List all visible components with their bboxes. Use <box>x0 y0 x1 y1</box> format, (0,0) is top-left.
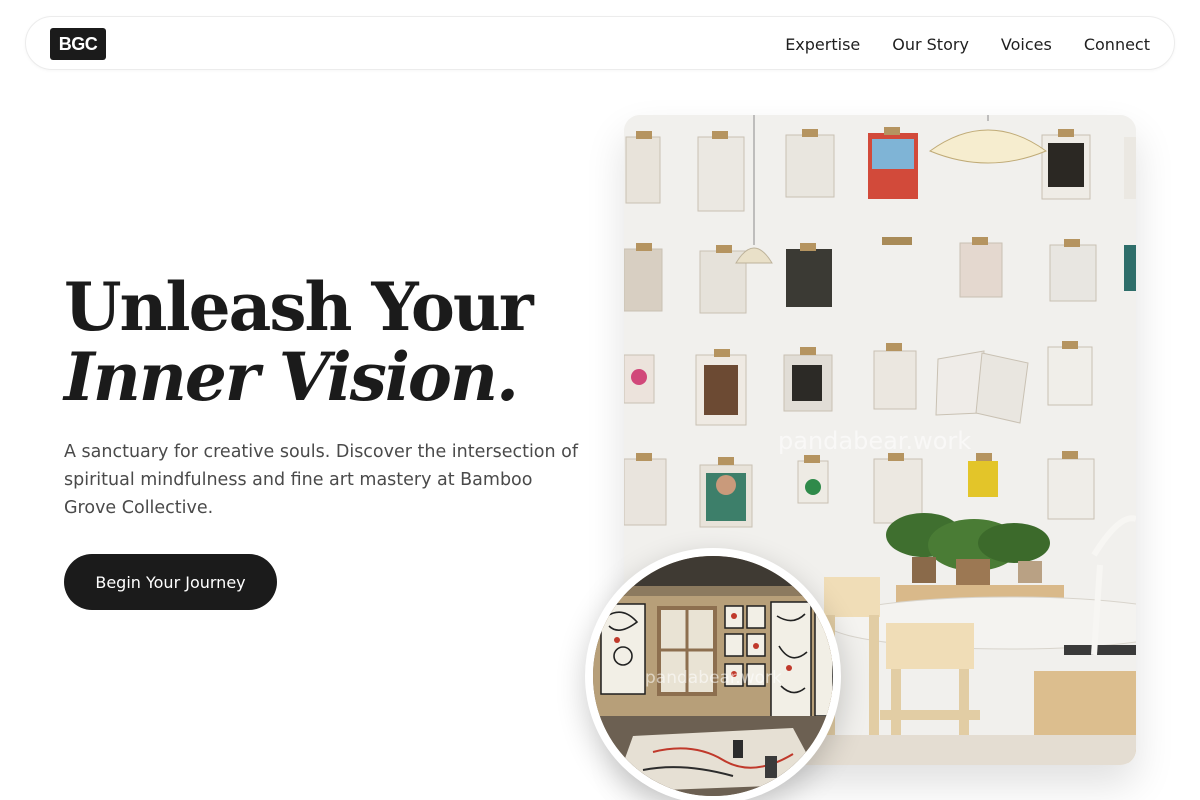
nav-link-connect[interactable]: Connect <box>1084 35 1150 54</box>
graffiti-room-image: pandabear.work <box>585 548 841 800</box>
nav-link-voices[interactable]: Voices <box>1001 35 1052 54</box>
hero-title-line1: Unleash Your <box>64 268 534 346</box>
nav-link-expertise[interactable]: Expertise <box>785 35 860 54</box>
hero-title: Unleash Your Inner Vision. <box>64 272 604 412</box>
begin-journey-button[interactable]: Begin Your Journey <box>64 554 277 610</box>
nav-links: Expertise Our Story Voices Connect <box>785 17 1150 71</box>
navbar: BGC Expertise Our Story Voices Connect <box>25 16 1175 70</box>
nav-link-our-story[interactable]: Our Story <box>892 35 969 54</box>
hero-description: A sanctuary for creative souls. Discover… <box>64 442 579 518</box>
brand-logo[interactable]: BGC <box>50 28 106 60</box>
hero-title-line2: Inner Vision. <box>64 338 519 416</box>
graffiti-room-illustration <box>593 556 833 796</box>
